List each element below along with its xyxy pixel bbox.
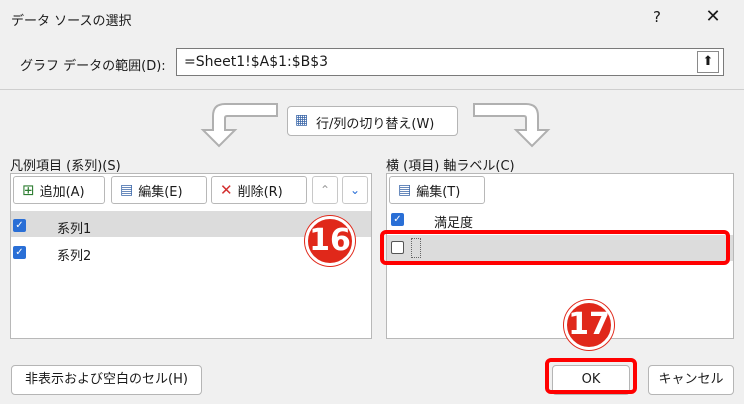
axis-item-1-name[interactable]: 満足度 (434, 212, 473, 231)
step-16-badge: 16 (305, 216, 355, 266)
series-1-checkbox[interactable]: ✓ (13, 219, 26, 232)
move-up-button[interactable]: ⌃ (312, 176, 338, 204)
switch-row-column-label: 行/列の切り替え(W) (316, 117, 435, 132)
add-table-icon: ⊞ (22, 181, 35, 199)
delete-series-label: 削除(R) (237, 184, 283, 200)
upload-arrow-icon: ⬆ (702, 54, 714, 69)
edit-axis-label: 編集(T) (416, 184, 461, 200)
edit-series-label: 編集(E) (138, 184, 183, 200)
add-series-label: 追加(A) (39, 184, 85, 200)
separator (0, 89, 744, 90)
edit-axis-labels-button[interactable]: ▤ 編集(T) (389, 176, 485, 204)
curved-arrow-right-icon (473, 103, 551, 148)
highlight-ok-button (545, 358, 637, 394)
switch-grid-icon: ▦ (295, 112, 309, 128)
delete-x-icon: ✕ (220, 181, 233, 199)
collapse-range-button[interactable]: ⬆ (697, 51, 719, 73)
delete-series-button[interactable]: ✕ 削除(R) (211, 176, 307, 204)
data-range-value: =Sheet1!$A$1:$B$3 (184, 54, 329, 70)
add-series-button[interactable]: ⊞ 追加(A) (13, 176, 105, 204)
chevron-up-icon: ⌃ (319, 183, 331, 197)
window-title: データ ソースの選択 (11, 14, 132, 29)
highlight-empty-axis-row (380, 230, 730, 265)
edit-series-button[interactable]: ▤ 編集(E) (111, 176, 207, 204)
curved-arrow-left-icon (200, 103, 278, 148)
move-down-button[interactable]: ⌄ (342, 176, 368, 204)
series-1-name[interactable]: 系列1 (57, 218, 91, 237)
hidden-empty-cells-button[interactable]: 非表示および空白のセル(H) (11, 365, 202, 395)
cancel-button[interactable]: キャンセル (648, 365, 734, 395)
axis-item-1-checkbox[interactable]: ✓ (391, 213, 404, 226)
data-range-label: グラフ データの範囲(D): (20, 59, 166, 74)
series-2-checkbox[interactable]: ✓ (13, 246, 26, 259)
edit-table-icon: ▤ (398, 182, 412, 198)
axis-section-label: 横 (項目) 軸ラベル(C) (386, 159, 515, 174)
edit-table-icon: ▤ (120, 182, 134, 198)
help-button[interactable]: ? (647, 8, 667, 26)
legend-section-label: 凡例項目 (系列)(S) (10, 159, 121, 174)
series-2-name[interactable]: 系列2 (57, 245, 91, 264)
close-button[interactable]: ✕ (702, 6, 724, 27)
step-17-badge: 17 (564, 300, 614, 350)
chevron-down-icon: ⌄ (349, 183, 361, 197)
